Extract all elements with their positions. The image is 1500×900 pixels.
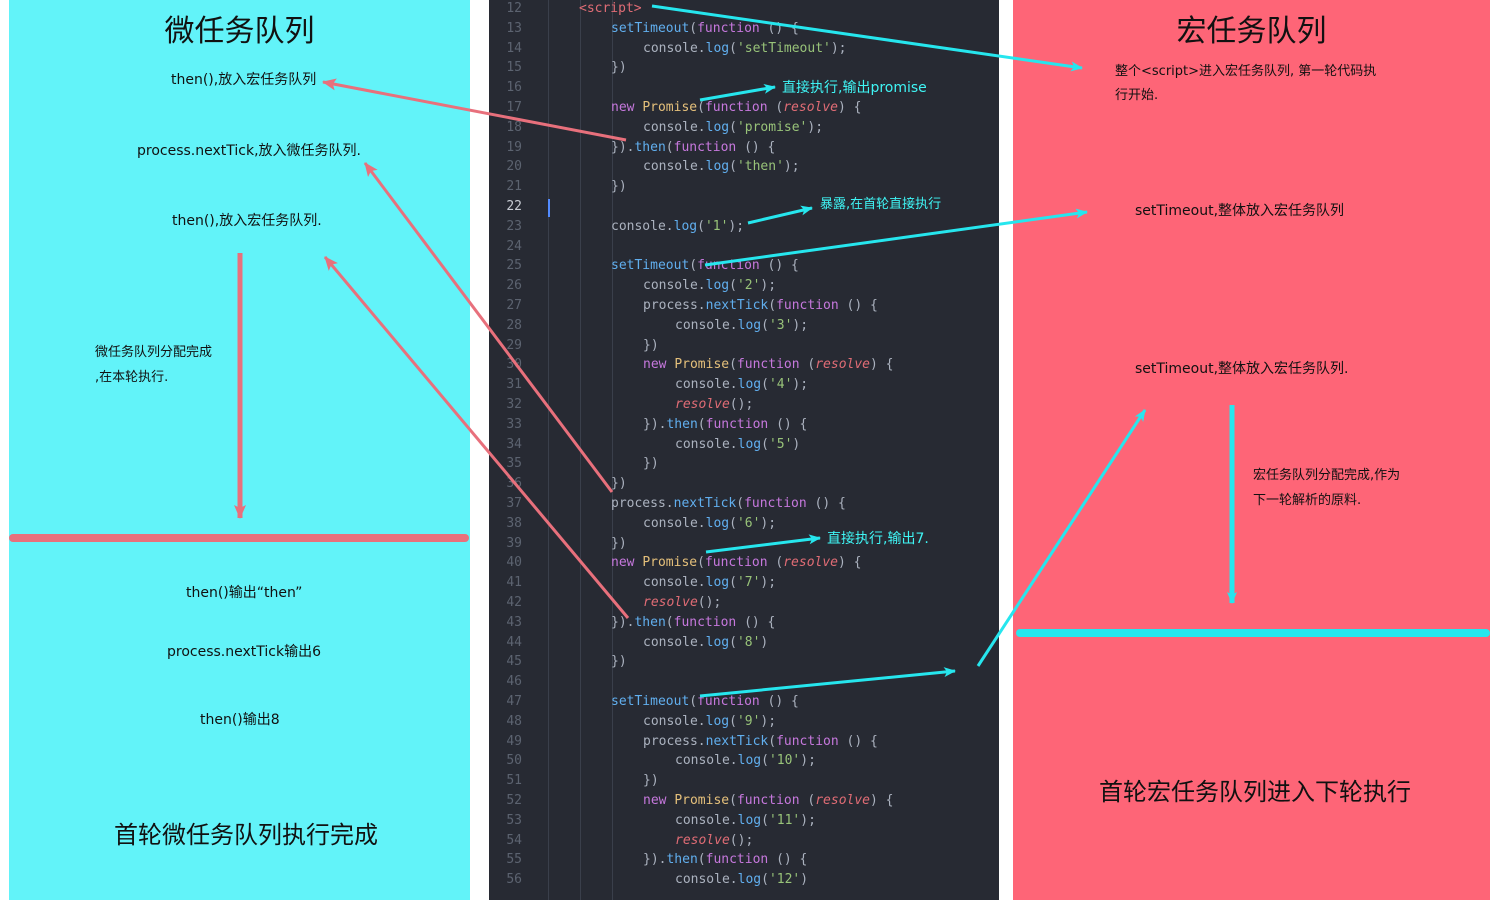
arrows-overlay [234,4,1237,698]
arrow-log7-note [705,534,821,554]
arrow-script-to-macro [651,4,1083,72]
arrow-log1-note [747,205,813,225]
arrow-nexttick-to-micro [363,162,614,493]
arrow-promise-note [699,83,776,102]
arrow-timeout2-out [699,667,956,698]
arrow-timeout2-to-macro [976,409,1147,667]
arrow-then-to-micro [322,78,627,142]
